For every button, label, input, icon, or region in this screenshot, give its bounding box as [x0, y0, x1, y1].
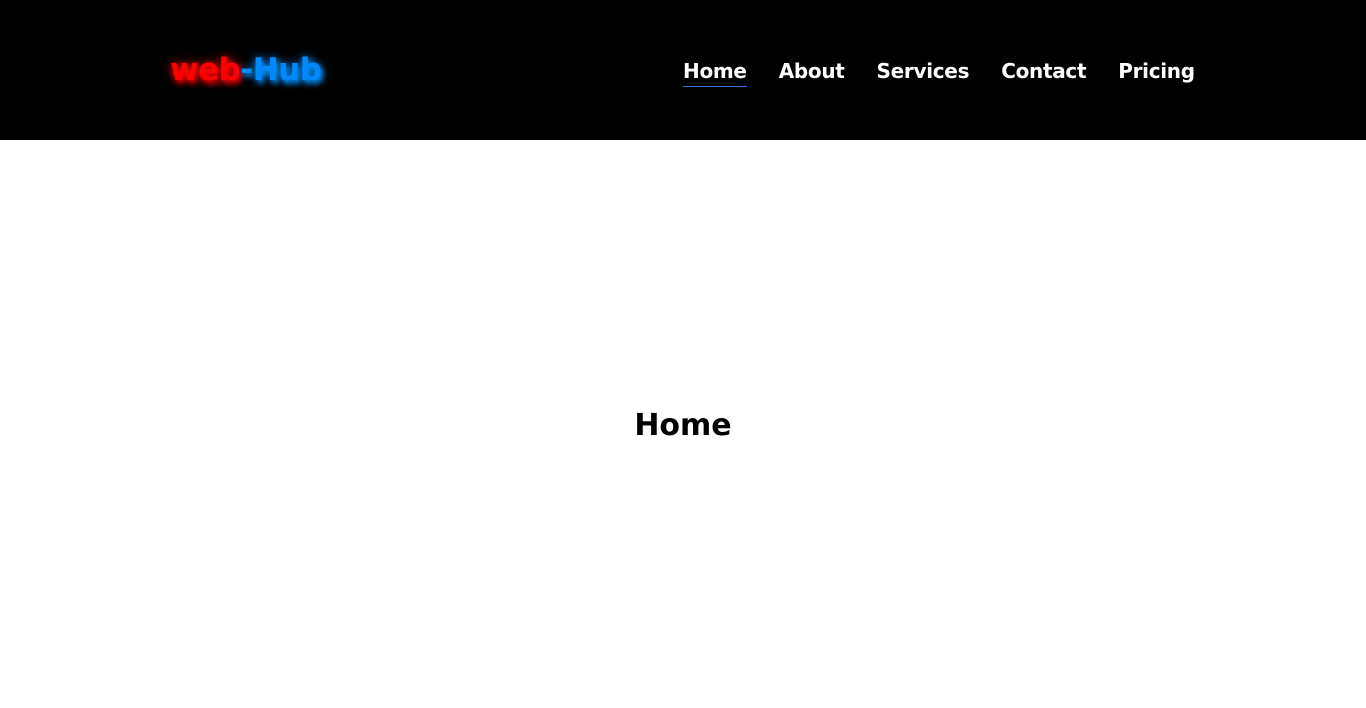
site-logo[interactable]: web-Hub [170, 52, 322, 88]
nav-link-contact[interactable]: Contact [1001, 58, 1086, 87]
nav-link-about[interactable]: About [779, 58, 845, 87]
logo-text-web: web [170, 52, 241, 88]
page-title: Home [634, 408, 732, 443]
logo-text-hub: -Hub [240, 52, 322, 88]
nav-link-pricing[interactable]: Pricing [1118, 58, 1195, 87]
main-nav: Home About Services Contact Pricing [683, 58, 1195, 87]
site-header: web-Hub Home About Services Contact Pric… [0, 0, 1366, 140]
nav-link-services[interactable]: Services [877, 58, 970, 87]
nav-link-home[interactable]: Home [683, 58, 747, 87]
